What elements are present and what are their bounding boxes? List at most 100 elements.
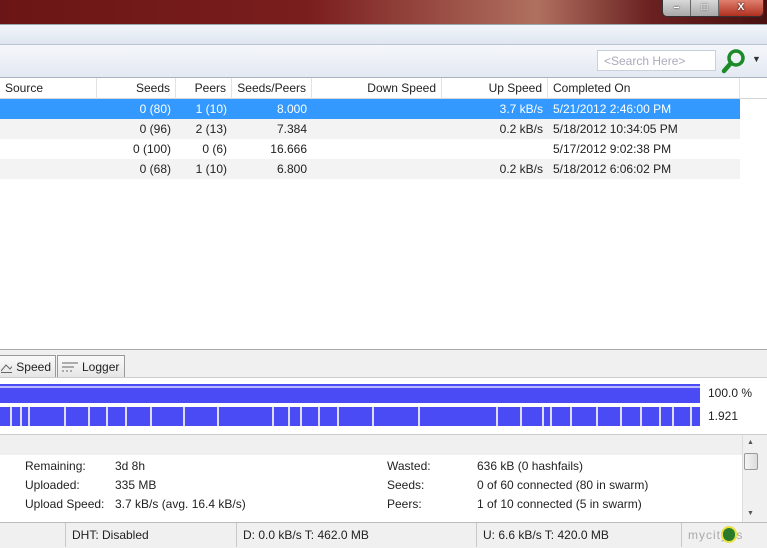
cell-up: 0.2 kB/s [499,162,543,176]
search-dropdown-icon[interactable]: ▼ [752,54,761,64]
cell-peers: 1 (10) [195,102,227,116]
download-status[interactable]: D: 0.0 kB/s T: 462.0 MB [237,523,477,547]
info-scrollbar[interactable]: ▲ ▼ [742,435,759,522]
progress-bars: 100.0 % 1.921 [0,377,767,435]
logger-icon [62,362,78,371]
cell-seeds: 0 (68) [139,162,171,176]
piece-gap [690,407,692,426]
utorrent-window: <Search Here> ▼ Source Seeds Peers Seeds… [0,24,767,548]
piece-gap [318,407,320,426]
peers-label: Peers: [387,497,422,511]
cell-down [312,159,442,179]
piece-gap [28,407,30,426]
detail-pane: Speed Logger 100.0 % 1.921 Remaining: 3d… [0,349,767,548]
piece-gap [640,407,642,426]
status-bar: DHT: Disabled D: 0.0 kB/s T: 462.0 MB U:… [0,522,767,547]
cell-down [312,99,442,119]
piece-gap [418,407,420,426]
piece-gap [183,407,185,426]
piece-gap [10,407,12,426]
seeds-label: Seeds: [387,478,425,492]
cell-seeds: 0 (80) [139,102,171,116]
piece-gap [520,407,522,426]
column-up-speed[interactable]: Up Speed [442,78,548,99]
column-source[interactable]: Source [0,78,97,99]
piece-gap [550,407,552,426]
piece-gap [542,407,544,426]
close-button[interactable]: X [719,0,763,16]
table-row[interactable]: 0 (68) 1 (10) 6.800 0.2 kB/s 5/18/2012 6:06:… [0,159,740,179]
scroll-up-icon[interactable]: ▲ [747,439,754,446]
column-seeds-peers[interactable]: Seeds/Peers [232,78,312,99]
cell-ratio: 7.384 [276,122,307,136]
column-down-speed[interactable]: Down Speed [312,78,442,99]
desktop-background [0,0,767,24]
cell-ratio: 16.666 [270,142,307,156]
piece-gap [272,407,274,426]
piece-gap [288,407,290,426]
piece-gap [496,407,498,426]
dht-status[interactable]: DHT: Disabled [66,523,237,547]
seeds-value: 0 of 60 connected (80 in swarm) [477,478,649,492]
table-row[interactable]: 0 (96) 2 (13) 7.384 0.2 kB/s 5/18/2012 10:34… [0,119,740,139]
upload-status[interactable]: U: 6.6 kB/s T: 420.0 MB [477,523,682,547]
peers-value: 1 of 10 connected (5 in swarm) [477,497,642,511]
cell-completed: 5/21/2012 2:46:00 PM [553,102,672,116]
piece-gap [337,407,339,426]
minimize-button[interactable]: – [663,0,691,16]
main-toolbar: <Search Here> ▼ [0,45,767,78]
upload-speed-value: 3.7 kB/s (avg. 16.4 kB/s) [115,497,246,511]
remaining-value: 3d 8h [115,459,146,473]
availability-bar [0,407,700,426]
column-peers[interactable]: Peers [176,78,232,99]
table-row[interactable]: 0 (80) 1 (10) 8.000 3.7 kB/s 5/21/2012 2:46:… [0,99,740,119]
piece-gap [596,407,598,426]
cell-up: 0.2 kB/s [499,122,543,136]
tab-speed[interactable]: Speed [0,355,56,377]
uploaded-label: Uploaded: [25,478,80,492]
maximize-button[interactable]: □ [691,0,719,16]
piece-gap [570,407,572,426]
piece-gap [300,407,302,426]
search-icon[interactable] [721,48,747,74]
availability-value: 1.921 [708,409,739,423]
search-input[interactable]: <Search Here> [597,50,716,71]
piece-gap [106,407,108,426]
cell-seeds: 0 (96) [139,122,171,136]
piece-gap [64,407,66,426]
window-controls: – □ X [662,0,764,17]
piece-gap [88,407,90,426]
table-row[interactable]: 0 (100) 0 (6) 16.666 5/17/2012 9:02:38 PM [0,139,740,159]
piece-gap [659,407,661,426]
piece-gap [672,407,674,426]
column-seeds[interactable]: Seeds [97,78,176,99]
column-completed-on[interactable]: Completed On [548,78,740,99]
cell-down [312,139,442,159]
tab-speed-label: Speed [16,359,51,374]
tab-logger-label: Logger [82,359,120,374]
speed-graph-icon [1,363,13,373]
scrollbar-thumb[interactable] [744,453,758,470]
wasted-value: 636 kB (0 hashfails) [477,459,584,473]
menu-toolbar [0,24,767,45]
wasted-label: Wasted: [387,459,431,473]
cell-peers: 2 (13) [195,122,227,136]
cell-down [312,119,442,139]
downloaded-bar [0,384,700,403]
scroll-down-icon[interactable]: ▼ [747,510,754,517]
cell-completed: 5/18/2012 10:34:05 PM [553,122,678,136]
piece-gap [620,407,622,426]
piece-gap [150,407,152,426]
piece-gap [20,407,22,426]
cell-up: 3.7 kB/s [499,102,543,116]
info-header [0,435,742,455]
piece-gap [217,407,219,426]
uploaded-value: 335 MB [115,478,157,492]
cell-ratio: 6.800 [276,162,307,176]
tab-logger[interactable]: Logger [57,355,125,377]
piece-gap [372,407,374,426]
cell-completed: 5/17/2012 9:02:38 PM [553,142,672,156]
table-header: Source Seeds Peers Seeds/Peers Down Spee… [0,78,767,99]
cell-peers: 1 (10) [195,162,227,176]
transfer-info: Remaining: 3d 8h Uploaded: 335 MB Upload… [0,455,742,522]
